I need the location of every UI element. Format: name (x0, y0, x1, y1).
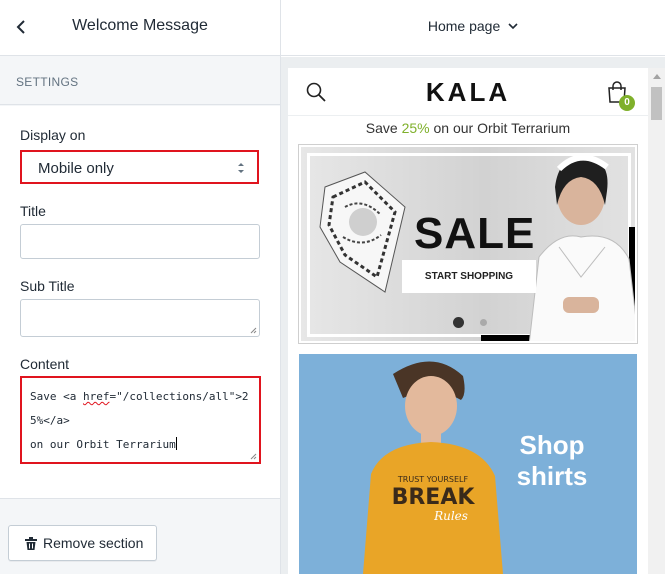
preview-toolbar: Home page (281, 0, 665, 56)
settings-form: Display on Mobile only Title Sub Title C… (0, 106, 280, 499)
bandana-image (319, 171, 406, 293)
display-on-value: Mobile only (38, 160, 114, 177)
storefront-preview: KALA 0 Save 25% on our Orbit Terrarium S… (288, 68, 665, 574)
chevron-down-icon (508, 23, 518, 30)
display-on-label: Display on (20, 127, 86, 143)
svg-text:BREAK: BREAK (392, 485, 476, 510)
content-label: Content (20, 356, 70, 372)
hero-headline: SALE (414, 209, 536, 258)
display-on-select[interactable]: Mobile only (20, 150, 259, 184)
page-selector-label: Home page (427, 18, 501, 34)
scroll-up-arrow-icon[interactable] (653, 74, 661, 79)
slide-dot-active[interactable] (453, 317, 464, 328)
select-arrows-icon (238, 163, 244, 173)
misspelled-word: href (82, 390, 110, 403)
trash-icon (25, 536, 37, 550)
resize-grip-icon[interactable] (250, 327, 257, 334)
store-header: KALA 0 (288, 68, 648, 116)
preview-scrollbar[interactable] (648, 68, 665, 574)
settings-panel: Welcome Message SETTINGS Display on Mobi… (0, 0, 281, 574)
remove-section-button[interactable]: Remove section (8, 525, 157, 561)
welcome-text-end: on our Orbit Terrarium (429, 120, 571, 136)
banner-heading-line: shirts (516, 461, 588, 491)
subtitle-textarea[interactable] (20, 299, 260, 337)
section-heading: SETTINGS (0, 57, 280, 105)
title-label: Title (20, 203, 46, 219)
panel-title: Welcome Message (72, 17, 208, 34)
slide-dot[interactable] (480, 319, 487, 326)
welcome-message: Save 25% on our Orbit Terrarium (288, 120, 648, 136)
welcome-link[interactable]: 25% (402, 120, 430, 136)
remove-section-label: Remove section (43, 535, 144, 551)
subtitle-label: Sub Title (20, 278, 75, 294)
hero-slideshow: SALE START SHOPPING (298, 144, 638, 344)
content-textarea[interactable]: Save <a href="/collections/all">25%</a> … (20, 376, 261, 464)
welcome-text-start: Save (365, 120, 402, 136)
scrollbar-thumb[interactable] (651, 87, 662, 120)
svg-text:Rules: Rules (433, 509, 468, 523)
text-caret (175, 437, 177, 450)
banner-heading: Shop shirts (496, 430, 608, 492)
page-selector[interactable]: Home page (281, 18, 665, 34)
banner-heading-line: Shop (519, 430, 585, 460)
cart-count-badge: 0 (619, 95, 635, 111)
title-input[interactable] (20, 224, 260, 259)
shop-shirts-banner[interactable]: TRUST YOURSELF BREAK Rules Shop shirts (299, 354, 637, 574)
content-text-start: Save <a (30, 390, 83, 403)
model-image: TRUST YOURSELF BREAK Rules (363, 361, 503, 574)
model-image (528, 154, 635, 341)
svg-text:TRUST YOURSELF: TRUST YOURSELF (397, 475, 469, 484)
resize-grip-icon[interactable] (250, 453, 257, 460)
store-logo[interactable]: KALA (288, 77, 648, 108)
start-shopping-button[interactable]: START SHOPPING (402, 260, 536, 293)
panel-header: Welcome Message (0, 0, 280, 56)
